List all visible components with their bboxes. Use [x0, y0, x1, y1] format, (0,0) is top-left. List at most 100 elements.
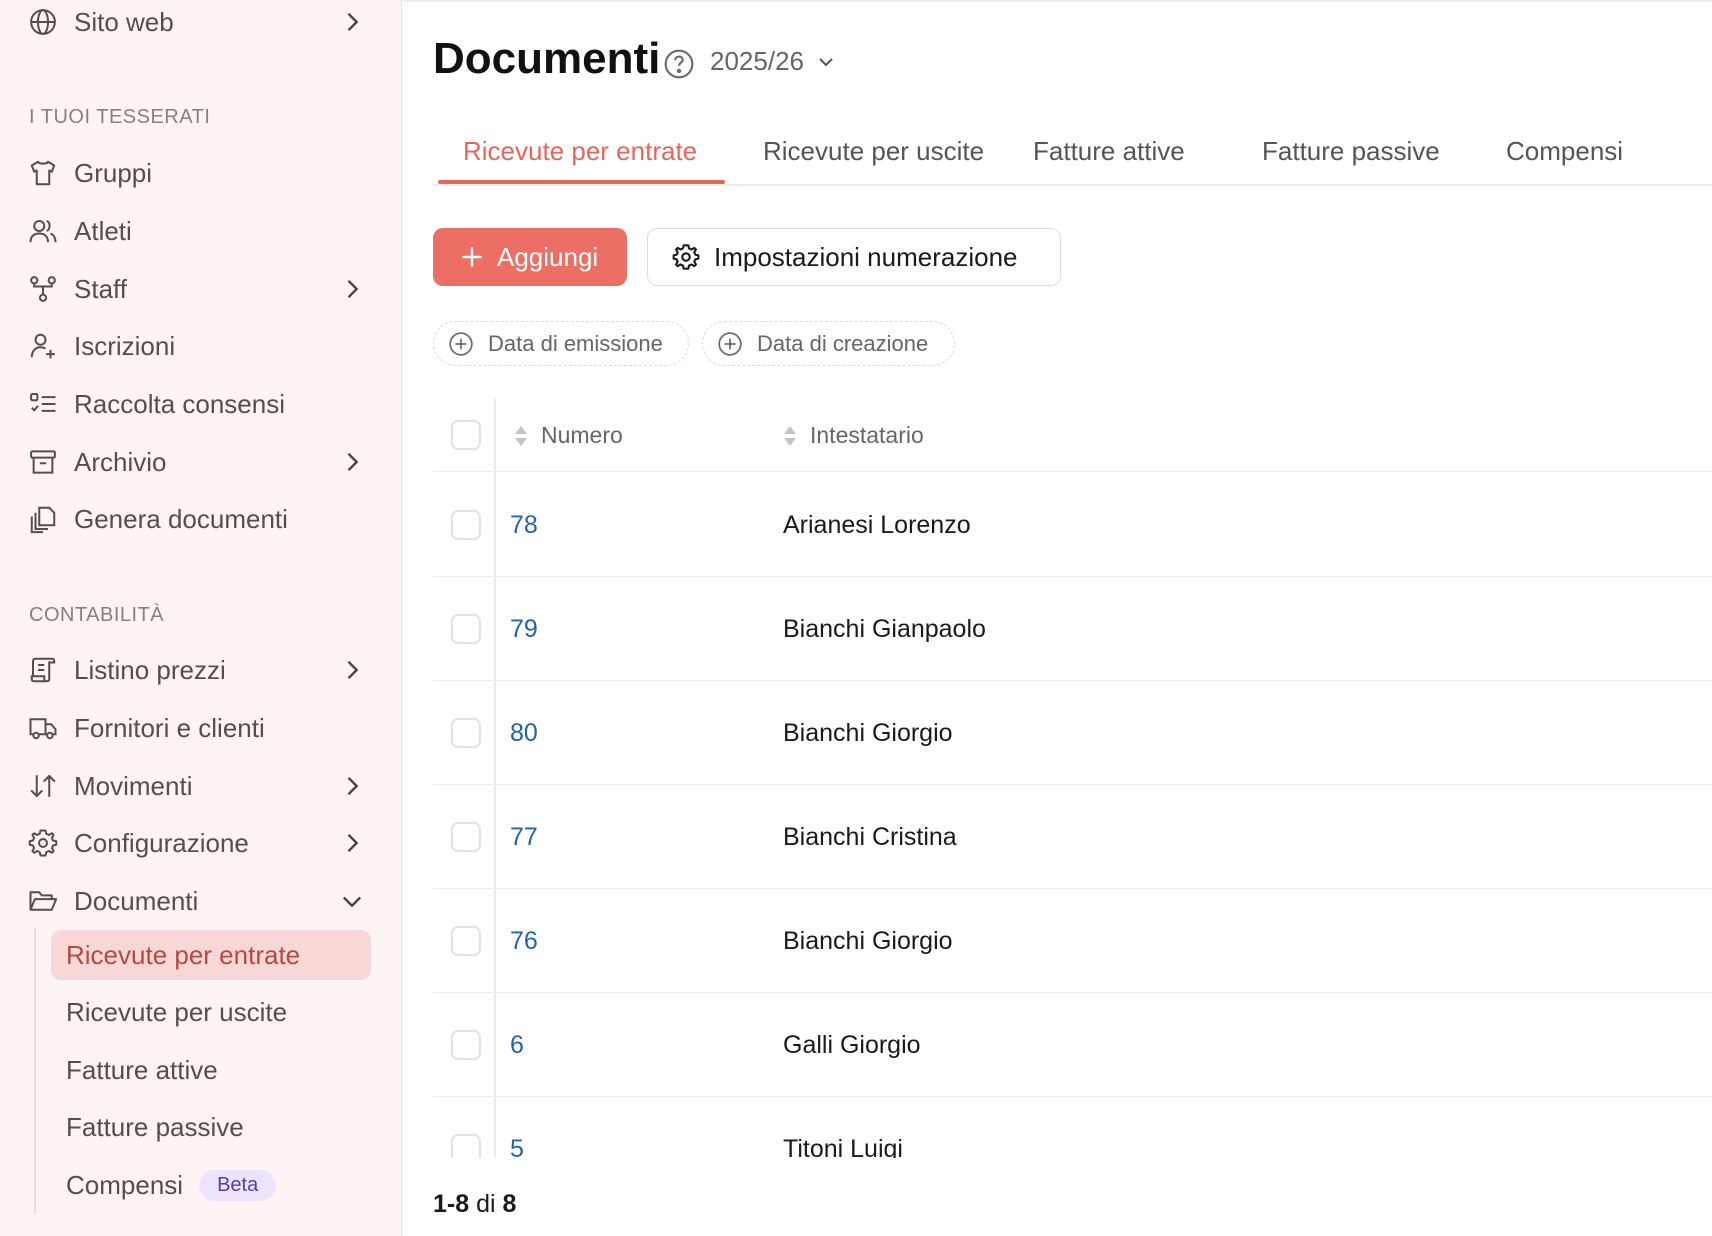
- shirt-icon: [28, 158, 58, 188]
- column-separator: [494, 398, 496, 1158]
- cell-numero[interactable]: 80: [510, 719, 538, 748]
- chevron-down-icon: [338, 887, 366, 915]
- numbering-settings-button[interactable]: Impostazioni numerazione: [647, 228, 1061, 286]
- sidebar-item-raccolta-consensi[interactable]: Raccolta consensi: [0, 378, 401, 430]
- tab-fatture-passive[interactable]: Fatture passive: [1262, 136, 1440, 167]
- sidebar-item-label: Sito web: [74, 6, 174, 37]
- sidebar-subitem-ricevute-entrate[interactable]: Ricevute per entrate: [51, 930, 371, 980]
- column-header-numero[interactable]: Numero: [511, 422, 623, 449]
- select-all-checkbox[interactable]: [451, 420, 481, 450]
- sidebar-item-label: Iscrizioni: [74, 330, 176, 361]
- filter-label: Data di emissione: [488, 330, 663, 356]
- folder-open-icon: [28, 886, 58, 916]
- cell-numero[interactable]: 6: [510, 1031, 524, 1060]
- sidebar-subitem-label: Fatture passive: [66, 1111, 244, 1142]
- sidebar-subitem-label: Fatture attive: [66, 1054, 218, 1085]
- section-label-tesserati: I TUOI TESSERATI: [29, 106, 211, 128]
- truck-icon: [28, 713, 58, 743]
- season-selector[interactable]: 2025/26: [710, 46, 838, 77]
- sidebar-item-label: Gruppi: [74, 157, 153, 188]
- archive-icon: [28, 447, 58, 477]
- tab-bar: Ricevute per entrate Ricevute per uscite…: [433, 120, 1712, 186]
- sidebar-item-movimenti[interactable]: Movimenti: [0, 760, 401, 812]
- sort-icon: [780, 423, 800, 449]
- cell-intestatario: Bianchi Cristina: [783, 823, 957, 851]
- row-checkbox[interactable]: [451, 822, 481, 852]
- sidebar-item-archivio[interactable]: Archivio: [0, 436, 401, 488]
- sidebar-subitem-ricevute-uscite[interactable]: Ricevute per uscite: [51, 987, 371, 1037]
- table-row[interactable]: 5 Titoni Luigi: [433, 1097, 1712, 1158]
- users-icon: [28, 216, 58, 246]
- globe-icon: [28, 7, 58, 37]
- row-checkbox[interactable]: [451, 614, 481, 644]
- table-row[interactable]: 77 Bianchi Cristina: [433, 785, 1712, 889]
- sidebar-subitem-compensi[interactable]: Compensi Beta: [51, 1160, 371, 1210]
- table-row[interactable]: 6 Galli Giorgio: [433, 993, 1712, 1097]
- cell-numero[interactable]: 5: [510, 1135, 524, 1158]
- sidebar-item-label: Movimenti: [74, 770, 193, 801]
- chevron-right-icon: [338, 448, 366, 476]
- sidebar-item-label: Staff: [74, 273, 128, 304]
- pagination-separator: di: [476, 1190, 496, 1218]
- filter-data-creazione[interactable]: Data di creazione: [702, 321, 955, 366]
- cell-intestatario: Bianchi Gianpaolo: [783, 615, 986, 643]
- tab-compensi[interactable]: Compensi: [1506, 136, 1623, 167]
- sidebar-subitem-label: Compensi: [66, 1169, 184, 1200]
- main-content: Documenti 2025/26 Ricevute per entrate R…: [403, 0, 1712, 1236]
- sidebar-item-sito-web[interactable]: Sito web: [0, 0, 401, 48]
- filter-data-emissione[interactable]: Data di emissione: [433, 321, 689, 366]
- cell-numero[interactable]: 79: [510, 615, 538, 644]
- list-check-icon: [28, 389, 58, 419]
- row-checkbox[interactable]: [451, 1134, 481, 1158]
- beta-badge: Beta: [199, 1169, 277, 1201]
- sidebar-item-staff[interactable]: Staff: [0, 263, 401, 315]
- table-row[interactable]: 80 Bianchi Giorgio: [433, 681, 1712, 785]
- sidebar-item-documenti[interactable]: Documenti: [0, 875, 401, 927]
- season-label: 2025/26: [710, 46, 804, 76]
- sidebar-item-label: Genera documenti: [74, 503, 288, 534]
- row-checkbox[interactable]: [451, 926, 481, 956]
- add-button[interactable]: Aggiungi: [433, 228, 627, 286]
- sidebar-item-fornitori-clienti[interactable]: Fornitori e clienti: [0, 702, 401, 754]
- sidebar-subitem-fatture-passive[interactable]: Fatture passive: [51, 1102, 371, 1152]
- table-header-row: Numero Intestatario: [433, 398, 1712, 472]
- table-row[interactable]: 76 Bianchi Giorgio: [433, 889, 1712, 993]
- column-header-label: Intestatario: [810, 422, 924, 448]
- tab-ricevute-uscite[interactable]: Ricevute per uscite: [763, 136, 984, 167]
- sidebar-item-label: Raccolta consensi: [74, 388, 285, 419]
- sidebar-item-genera-documenti[interactable]: Genera documenti: [0, 493, 401, 545]
- cell-intestatario: Galli Giorgio: [783, 1031, 921, 1059]
- chevron-down-icon: [814, 50, 838, 74]
- table-row[interactable]: 79 Bianchi Gianpaolo: [433, 577, 1712, 681]
- sidebar-item-listino-prezzi[interactable]: Listino prezzi: [0, 644, 401, 696]
- tab-fatture-attive[interactable]: Fatture attive: [1033, 136, 1185, 167]
- table-row[interactable]: 78 Arianesi Lorenzo: [433, 473, 1712, 577]
- cell-numero[interactable]: 78: [510, 511, 538, 540]
- filter-label: Data di creazione: [757, 330, 929, 356]
- cell-numero[interactable]: 77: [510, 823, 538, 852]
- top-divider: [403, 0, 1712, 4]
- sidebar-item-atleti[interactable]: Atleti: [0, 205, 401, 257]
- help-icon[interactable]: [663, 48, 695, 80]
- sidebar-subitem-fatture-attive[interactable]: Fatture attive: [51, 1045, 371, 1095]
- cell-numero[interactable]: 76: [510, 927, 538, 956]
- active-tab-indicator: [438, 180, 725, 184]
- sidebar-item-gruppi[interactable]: Gruppi: [0, 147, 401, 199]
- row-checkbox[interactable]: [451, 718, 481, 748]
- sidebar-item-iscrizioni[interactable]: Iscrizioni: [0, 320, 401, 372]
- row-checkbox[interactable]: [451, 1030, 481, 1060]
- plus-circle-icon: [448, 331, 474, 357]
- arrows-updown-icon: [28, 771, 58, 801]
- sidebar-item-label: Configurazione: [74, 827, 249, 858]
- sidebar-item-label: Archivio: [74, 446, 167, 477]
- chevron-right-icon: [338, 772, 366, 800]
- sidebar-item-configurazione[interactable]: Configurazione: [0, 817, 401, 869]
- row-checkbox[interactable]: [451, 510, 481, 540]
- documents-table: Numero Intestatario 78 Arianesi Lorenzo …: [433, 398, 1712, 1158]
- cell-intestatario: Arianesi Lorenzo: [783, 511, 971, 539]
- tab-ricevute-entrate[interactable]: Ricevute per entrate: [463, 136, 697, 167]
- column-header-intestatario[interactable]: Intestatario: [780, 422, 924, 449]
- chevron-right-icon: [338, 829, 366, 857]
- sidebar-item-label: Atleti: [74, 215, 132, 246]
- cell-intestatario: Bianchi Giorgio: [783, 719, 953, 747]
